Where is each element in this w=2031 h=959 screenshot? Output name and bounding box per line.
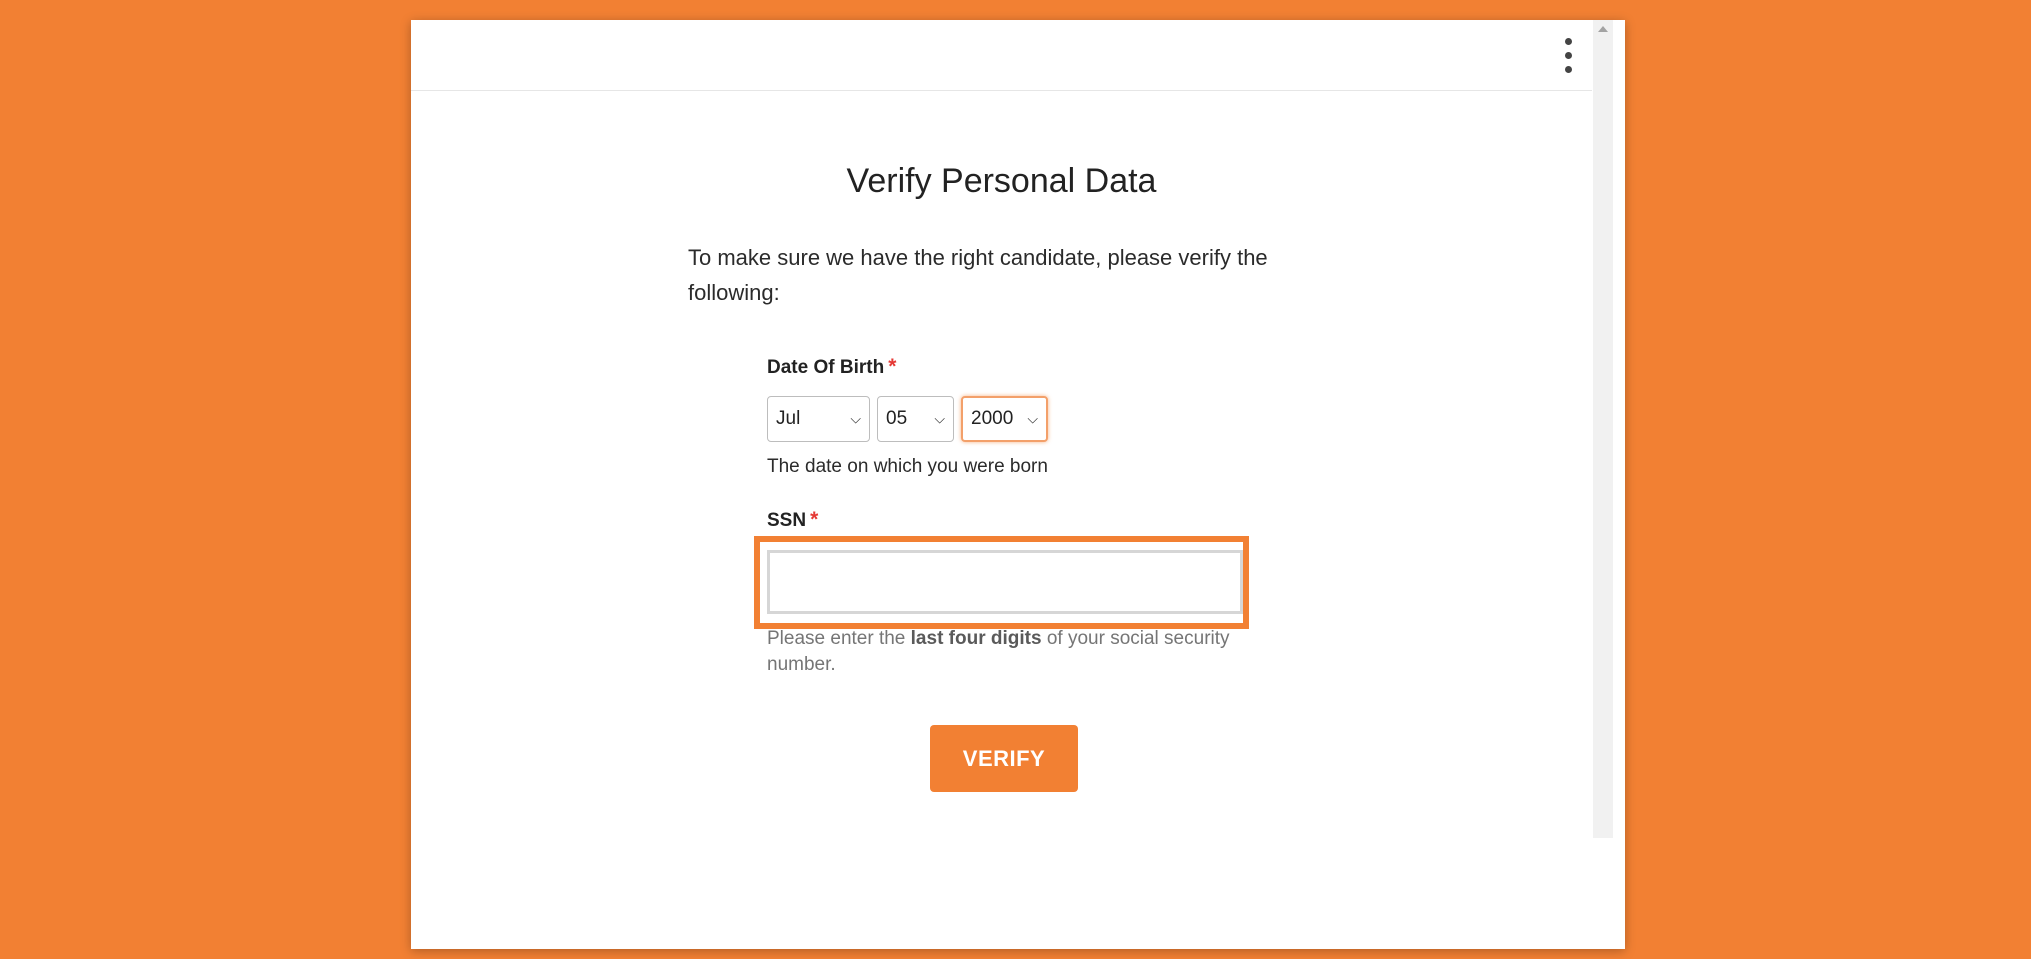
dob-hint: The date on which you were born	[767, 456, 1048, 477]
dob-year-select[interactable]: 2000 ⌵	[961, 396, 1048, 442]
dob-month-value: Jul	[776, 408, 801, 429]
chevron-down-icon: ⌵	[850, 410, 861, 427]
kebab-menu-icon[interactable]	[1559, 38, 1579, 74]
top-bar	[411, 20, 1592, 91]
dob-month-select[interactable]: Jul ⌵	[767, 396, 870, 442]
intro-text: To make sure we have the right candidate…	[688, 245, 1268, 305]
ssn-label: SSN *	[767, 508, 818, 532]
dialog-window: Verify Personal Data To make sure we hav…	[411, 20, 1625, 949]
dob-day-select[interactable]: 05 ⌵	[877, 396, 954, 442]
page-title: Verify Personal Data	[846, 162, 1157, 200]
dob-year-value: 2000	[971, 408, 1014, 429]
ssn-hint-prefix: Please enter the	[767, 628, 911, 649]
chevron-down-icon: ⌵	[934, 410, 945, 427]
required-asterisk: *	[888, 355, 897, 378]
verify-button[interactable]: VERIFY	[930, 725, 1078, 792]
dob-label: Date Of Birth *	[767, 355, 896, 379]
dob-label-text: Date Of Birth	[767, 357, 885, 378]
ssn-hint: Please enter the last four digits of you…	[767, 626, 1237, 678]
scroll-up-arrow-icon[interactable]	[1598, 26, 1608, 32]
required-asterisk: *	[810, 508, 819, 531]
chevron-down-icon: ⌵	[1027, 410, 1038, 427]
ssn-input[interactable]	[767, 550, 1243, 614]
ssn-hint-bold: last four digits	[910, 628, 1042, 649]
ssn-label-text: SSN	[767, 510, 807, 531]
scrollbar[interactable]	[1593, 20, 1613, 838]
dob-day-value: 05	[886, 408, 908, 429]
